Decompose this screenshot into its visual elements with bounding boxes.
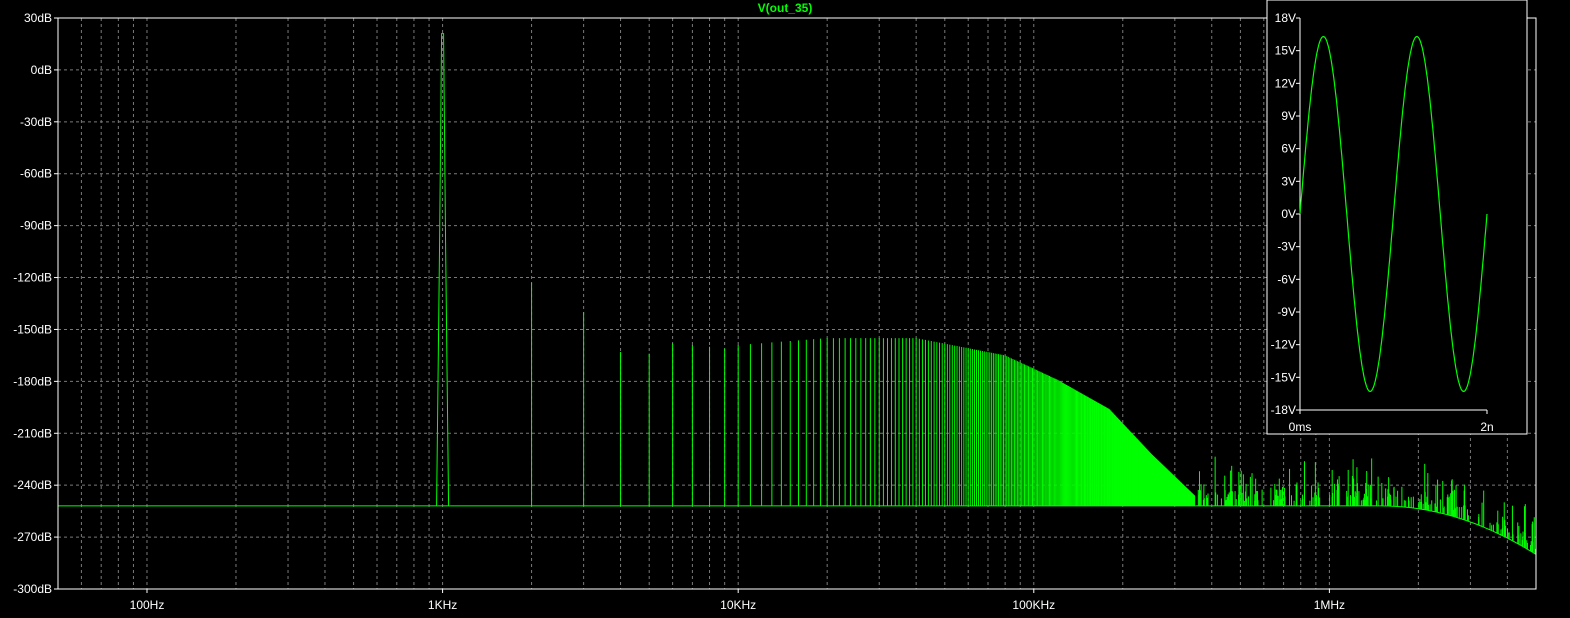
waveform-y-tick-label: -6V <box>1277 272 1296 286</box>
waveform-y-tick-label: -3V <box>1277 240 1296 254</box>
x-tick-label: 1MHz <box>1314 598 1345 612</box>
waveform-y-tick-label: 12V <box>1275 76 1296 90</box>
chart-svg: 30dB0dB-30dB-60dB-90dB-120dB-150dB-180dB… <box>0 0 1570 618</box>
y-tick-label: -30dB <box>20 115 52 129</box>
waveform-y-tick-label: -9V <box>1277 305 1296 319</box>
waveform-inset: 18V15V12V9V6V3V0V-3V-6V-9V-12V-15V-18V0m… <box>1266 0 1528 435</box>
waveform-y-tick-label: 15V <box>1275 44 1296 58</box>
y-tick-label: -150dB <box>13 322 52 336</box>
y-tick-label: -300dB <box>13 582 52 596</box>
y-tick-label: 0dB <box>31 63 52 77</box>
y-tick-label: -210dB <box>13 426 52 440</box>
waveform-y-tick-label: 9V <box>1281 109 1296 123</box>
x-tick-label: 100KHz <box>1012 598 1055 612</box>
waveform-y-tick-label: 3V <box>1281 174 1296 188</box>
waveform-x-tick-label: 0ms <box>1289 420 1312 434</box>
waveform-y-tick-label: -15V <box>1271 370 1296 384</box>
y-tick-label: -180dB <box>13 374 52 388</box>
waveform-y-tick-label: -18V <box>1271 403 1296 417</box>
y-tick-label: -120dB <box>13 271 52 285</box>
x-tick-label: 100Hz <box>130 598 165 612</box>
waveform-inset-background <box>1266 0 1528 435</box>
waveform-y-tick-label: -12V <box>1271 338 1296 352</box>
waveform-y-tick-label: 6V <box>1281 142 1296 156</box>
waveform-y-tick-label: 0V <box>1281 207 1296 221</box>
y-tick-label: -60dB <box>20 167 52 181</box>
x-tick-label: 10KHz <box>720 598 756 612</box>
x-tick-label: 1KHz <box>428 598 457 612</box>
chart-title: V(out_35) <box>757 1 813 15</box>
waveform-x-tick-label: 2n <box>1480 420 1493 434</box>
y-tick-label: -270dB <box>13 530 52 544</box>
y-tick-label: -240dB <box>13 478 52 492</box>
y-tick-label: -90dB <box>20 219 52 233</box>
